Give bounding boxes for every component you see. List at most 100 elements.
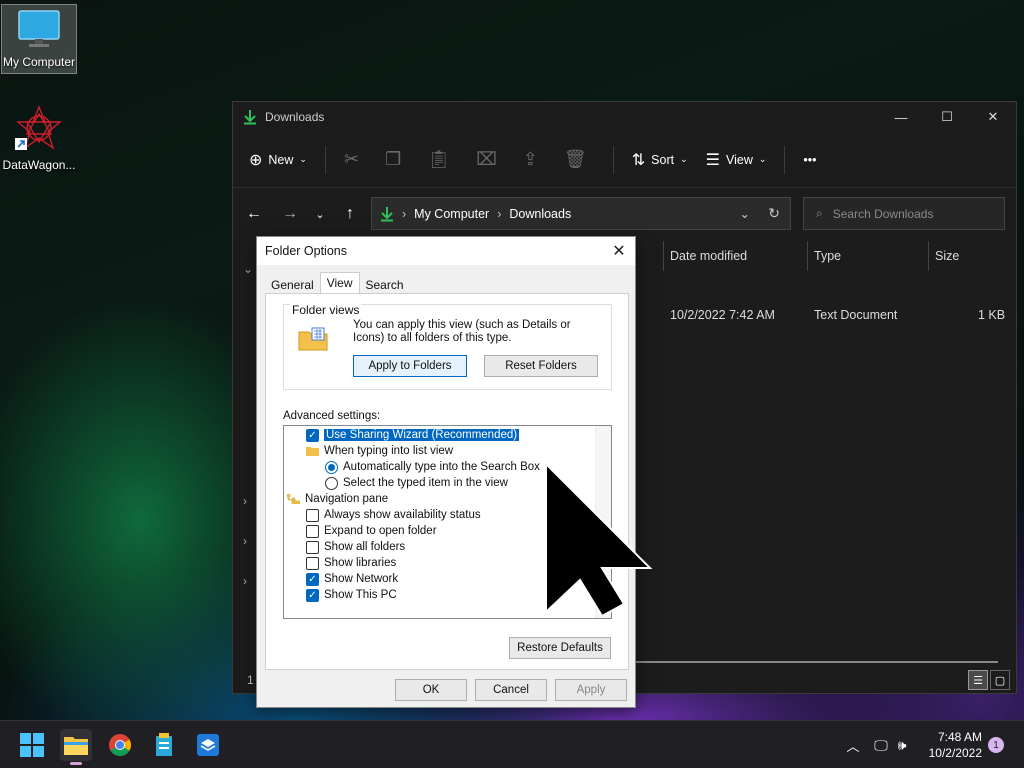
restore-defaults-button[interactable]: Restore Defaults — [509, 637, 611, 659]
column-size[interactable]: Size — [928, 241, 1006, 271]
setting-auto-type-search[interactable]: Automatically type into the Search Box — [325, 459, 540, 475]
setting-select-typed-item[interactable]: Select the typed item in the view — [325, 475, 508, 491]
radio-empty-icon[interactable] — [325, 476, 338, 490]
desktop-icon-datawagon[interactable]: DataWagon... — [1, 104, 77, 172]
expand-chevron-icon[interactable]: › — [243, 534, 247, 548]
apply-to-folders-button[interactable]: Apply to Folders — [353, 355, 467, 377]
reset-folders-button[interactable]: Reset Folders — [484, 355, 598, 377]
setting-label: Show all folders — [324, 541, 406, 553]
mouse-pointer-icon — [545, 462, 653, 618]
divider — [784, 145, 786, 174]
explorer-title: Downloads — [265, 110, 325, 124]
column-type[interactable]: Type — [807, 241, 928, 271]
setting-show-libraries[interactable]: Show libraries — [306, 555, 396, 571]
chrome-icon[interactable] — [104, 729, 136, 761]
expand-chevron-icon[interactable]: › — [243, 494, 247, 508]
checkbox-checked-icon[interactable]: ✓ — [306, 572, 319, 586]
view-button[interactable]: ☰ View ⌄ — [706, 150, 767, 170]
checkbox-empty-icon[interactable] — [306, 540, 319, 554]
expand-chevron-icon[interactable]: ⌄ — [243, 262, 253, 276]
dialog-title: Folder Options — [265, 244, 347, 258]
explorer-titlebar[interactable]: Downloads — ☐ ✕ — [233, 102, 1016, 132]
chevron-up-icon[interactable]: ︿ — [844, 736, 862, 755]
file-size[interactable]: 1 KB — [978, 308, 1005, 322]
sort-button[interactable]: ⇅ Sort ⌄ — [632, 150, 688, 170]
copy-icon[interactable]: ❐ — [385, 149, 401, 170]
checkbox-empty-icon[interactable] — [306, 508, 319, 522]
maximize-icon[interactable]: ☐ — [924, 102, 970, 132]
setting-label: Expand to open folder — [324, 525, 437, 537]
new-button[interactable]: ⊕ New ⌄ — [249, 150, 307, 170]
clock[interactable]: 7:48 AM 10/2/2022 — [929, 729, 982, 761]
network-icon[interactable]: 🖵︎ — [870, 737, 892, 754]
horizontal-scrollbar[interactable] — [633, 661, 998, 663]
paste-icon[interactable]: 📋︎ — [427, 149, 450, 170]
refresh-icon[interactable]: ↻ — [768, 205, 780, 222]
sort-label: Sort — [651, 152, 675, 167]
share-icon[interactable]: ⇪ — [523, 149, 538, 170]
checkbox-checked-icon[interactable]: ✓ — [306, 428, 319, 442]
expand-chevron-icon[interactable]: › — [243, 574, 247, 588]
rename-icon[interactable]: ⌧ — [476, 149, 497, 170]
notification-badge[interactable]: 1 — [988, 737, 1004, 753]
tiles-view-icon[interactable]: ▢ — [990, 670, 1010, 690]
setting-group-typing: When typing into list view — [306, 443, 453, 459]
up-arrow-icon[interactable]: ↑ — [335, 205, 365, 223]
setting-expand-open-folder[interactable]: Expand to open folder — [306, 523, 437, 539]
folder-icon — [306, 447, 319, 456]
setting-label: Use Sharing Wizard (Recommended) — [322, 428, 521, 442]
apply-button[interactable]: Apply — [555, 679, 627, 701]
desktop-icon-my-computer[interactable]: My Computer — [1, 4, 77, 74]
breadcrumb-separator-icon: › — [402, 206, 407, 221]
setting-label: Show This PC — [324, 589, 397, 601]
search-input[interactable] — [832, 206, 983, 221]
setting-use-sharing-wizard[interactable]: ✓ Use Sharing Wizard (Recommended) — [306, 427, 521, 443]
datawagon-logo-icon — [15, 105, 62, 150]
desktop-icon-label: DataWagon... — [2, 158, 76, 172]
breadcrumb-downloads[interactable]: Downloads — [509, 207, 571, 221]
volume-icon[interactable]: 🕪︎ — [892, 737, 912, 754]
taskbar: ︿ 🖵︎ 🕪︎ 7:48 AM 10/2/2022 1 — [0, 720, 1024, 768]
app-package-icon[interactable] — [148, 729, 180, 761]
windows-start-icon[interactable] — [16, 729, 48, 761]
recent-chevron-icon[interactable]: ⌄ — [305, 208, 335, 221]
file-date[interactable]: 10/2/2022 7:42 AM — [670, 308, 775, 322]
column-date-modified[interactable]: Date modified — [663, 241, 807, 271]
cut-icon[interactable]: ✂ — [344, 149, 359, 170]
checkbox-empty-icon[interactable] — [306, 556, 319, 570]
new-label: New — [268, 152, 294, 167]
checkbox-checked-icon[interactable]: ✓ — [306, 588, 319, 602]
app-box-icon[interactable] — [192, 729, 224, 761]
breadcrumb-my-computer[interactable]: My Computer — [414, 207, 489, 221]
folder-view-icon — [298, 327, 328, 351]
setting-show-network[interactable]: ✓ Show Network — [306, 571, 398, 587]
setting-label: Select the typed item in the view — [343, 477, 508, 489]
cancel-button[interactable]: Cancel — [475, 679, 547, 701]
address-dropdown-icon[interactable]: ⌄ — [740, 206, 750, 221]
clock-date: 10/2/2022 — [928, 746, 982, 760]
navigation-pane: ⌄ › › › — [233, 232, 255, 692]
dialog-titlebar[interactable]: Folder Options — [257, 237, 635, 265]
file-explorer-taskbar-icon[interactable] — [60, 729, 92, 765]
ok-button[interactable]: OK — [395, 679, 467, 701]
close-icon[interactable]: ✕ — [609, 241, 629, 261]
setting-show-this-pc[interactable]: ✓ Show This PC — [306, 587, 397, 603]
setting-label: Automatically type into the Search Box — [343, 461, 540, 473]
setting-label: When typing into list view — [324, 445, 454, 457]
details-view-icon[interactable]: ☰ — [968, 670, 988, 690]
radio-selected-icon[interactable] — [325, 460, 338, 474]
search-box[interactable]: ⌕ — [803, 197, 1005, 230]
setting-show-all-folders[interactable]: Show all folders — [306, 539, 405, 555]
setting-availability-status[interactable]: Always show availability status — [306, 507, 481, 523]
forward-arrow-icon[interactable]: → — [275, 205, 305, 223]
close-icon[interactable]: ✕ — [970, 102, 1016, 132]
minimize-icon[interactable]: — — [878, 102, 924, 132]
address-row: ← → ⌄ ↑ › My Computer › Downloads ⌄ ↻ ⌕ — [233, 197, 1016, 231]
view-list-icon: ☰ — [705, 151, 720, 169]
more-options-button[interactable]: ••• — [803, 153, 816, 167]
address-bar[interactable]: › My Computer › Downloads ⌄ ↻ — [371, 197, 791, 230]
checkbox-empty-icon[interactable] — [306, 524, 319, 538]
back-arrow-icon[interactable]: ← — [239, 205, 269, 223]
file-type[interactable]: Text Document — [814, 308, 897, 322]
delete-icon[interactable]: 🗑︎ — [564, 149, 587, 170]
